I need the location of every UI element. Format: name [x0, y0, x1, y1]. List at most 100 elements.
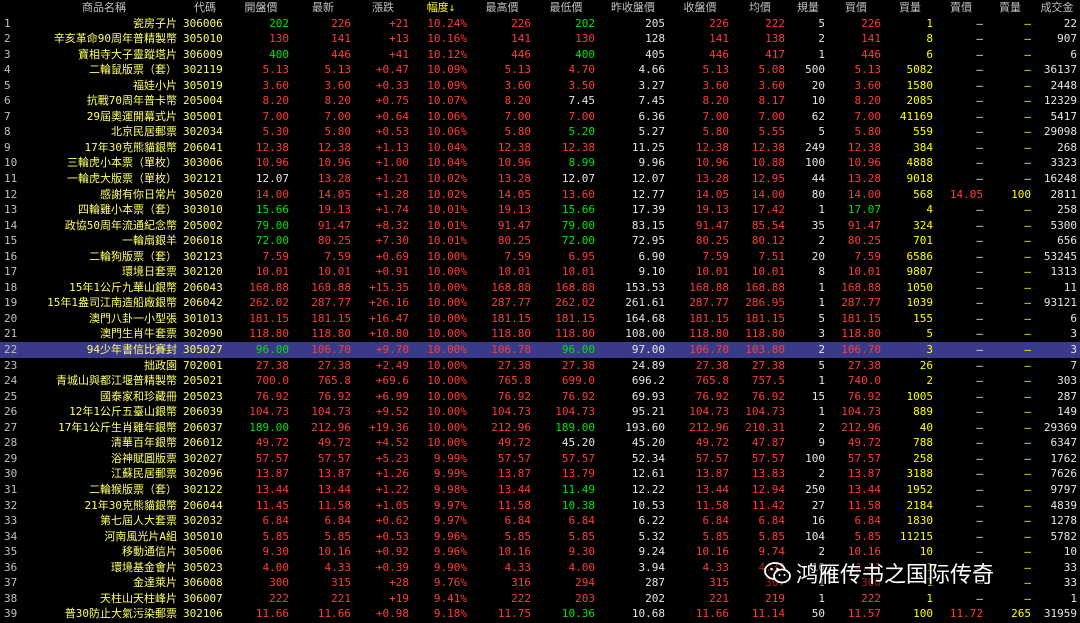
- cell-name: 浴神賦圓版票: [111, 451, 177, 465]
- cell-turnover: 93121: [1043, 296, 1077, 310]
- header-col-close[interactable]: 收盤價: [668, 0, 732, 16]
- cell-open: 130: [269, 32, 289, 46]
- cell-pct: 10.00%: [427, 249, 467, 263]
- cell-bidvol: 1: [926, 16, 933, 30]
- cell-close: 10.16: [695, 545, 729, 559]
- cell-name: 政協50周年流通紀念幣: [64, 218, 177, 232]
- cell-code: 302090: [183, 327, 223, 341]
- header-col-ask[interactable]: 賣價: [936, 0, 986, 16]
- table-row[interactable]: 1 瓷房子片 306006 202 226 +21 10.24% 226 202 205 226 22…: [0, 16, 1080, 32]
- cell-bid: 8.20: [854, 94, 882, 108]
- table-row[interactable]: 15 一輪扇銀羊 206018 72.00 80.25 +7.30 10.01% 80.25 7…: [0, 233, 1080, 249]
- cell-bidvol: 788: [913, 436, 933, 450]
- cell-code: 206042: [183, 296, 223, 310]
- cell-pct: 10.04%: [427, 156, 467, 170]
- cell-code: 305006: [183, 545, 223, 559]
- cell-lot: 5: [818, 311, 825, 325]
- table-row[interactable]: 16 二輪狗版票（套） 302123 7.59 7.59 +0.69 10.00% 7.59 6…: [0, 249, 1080, 265]
- table-row[interactable]: 10 三輪虎小本票（單枚） 303006 10.96 10.96 +1.00 10.04% 1…: [0, 155, 1080, 171]
- table-row[interactable]: 5 福娃小片 305019 3.60 3.60 +0.33 10.09% 3.60 3.50 3.…: [0, 78, 1080, 94]
- table-row[interactable]: 22 94少年書信比賽封 305027 96.00 106.70 +9.70 10.00% 1…: [0, 342, 1080, 358]
- table-row[interactable]: 11 一輪虎大版票（單枚） 302121 12.07 13.28 +1.21 10.02% 1…: [0, 171, 1080, 187]
- header-col-pct[interactable]: 幅度↓: [412, 0, 470, 16]
- cell-ask: —: [976, 374, 983, 388]
- header-col-code[interactable]: 代碼: [180, 0, 230, 16]
- table-row[interactable]: 33 第七屆人大套票 302032 6.84 6.84 +0.62 9.97% 6.84 6.8…: [0, 513, 1080, 529]
- table-row[interactable]: 17 環境日套票 302120 10.01 10.01 +0.91 10.00% 10.01 1…: [0, 264, 1080, 280]
- cell-pct: 10.00%: [427, 280, 467, 294]
- table-row[interactable]: 19 15年1盎司江南造船廠銀幣 206042 262.02 287.77 +26.16 1…: [0, 295, 1080, 311]
- cell-open: 6.84: [262, 514, 290, 528]
- cell-high: 49.72: [497, 436, 531, 450]
- cell-code: 206039: [183, 405, 223, 419]
- table-row[interactable]: 28 清華百年銀幣 206012 49.72 49.72 +4.52 10.00% 49.72…: [0, 435, 1080, 451]
- cell-askvol: —: [1024, 16, 1031, 30]
- table-row[interactable]: 32 21年30克熊貓銀幣 206044 11.45 11.58 +1.05 9.97% 11…: [0, 498, 1080, 514]
- table-row[interactable]: 14 政協50周年流通紀念幣 205002 79.00 91.47 +8.32 10.01%…: [0, 218, 1080, 234]
- table-row[interactable]: 39 普30防止大氣污染郵票 302106 11.66 11.66 +0.98 9.18% 1…: [0, 606, 1080, 622]
- cell-open: 96.00: [230, 342, 292, 358]
- table-row[interactable]: 23 拙政園 702001 27.38 27.38 +2.49 10.00% 27.38 27.…: [0, 358, 1080, 374]
- table-row[interactable]: 3 寶相寺大子靈蹤塔片 306009 400 446 +41 10.12% 446 400 405…: [0, 47, 1080, 63]
- cell-low: 76.92: [561, 389, 595, 403]
- header-col-bidvol[interactable]: 買量: [884, 0, 936, 16]
- cell-ask: —: [976, 436, 983, 450]
- cell-code: 302096: [183, 467, 223, 481]
- table-row[interactable]: 9 17年30克熊貓銀幣 206041 12.38 12.38 +1.13 10.04% 12…: [0, 140, 1080, 156]
- header-col-high[interactable]: 最高價: [470, 0, 534, 16]
- cell-prevclose: 95.21: [631, 405, 665, 419]
- cell-low: 13.79: [561, 467, 595, 481]
- cell-prevclose: 11.25: [631, 140, 665, 154]
- cell-open: 12.07: [255, 172, 289, 186]
- header-col-lot[interactable]: 規量: [788, 0, 828, 16]
- table-row[interactable]: 8 北京民居郵票 302034 5.30 5.80 +0.53 10.06% 5.80 5.20…: [0, 124, 1080, 140]
- header-col-askvol[interactable]: 賣量: [986, 0, 1034, 16]
- header-col-open[interactable]: 開盤價: [230, 0, 292, 16]
- header-col-bid[interactable]: 買價: [828, 0, 884, 16]
- cell-ask: —: [976, 234, 983, 248]
- table-row[interactable]: 25 國泰家和珍藏冊 205023 76.92 76.92 +6.99 10.00% 76.9…: [0, 389, 1080, 405]
- table-row[interactable]: 12 感謝有你日常片 305020 14.00 14.05 +1.28 10.02% 14.0…: [0, 187, 1080, 203]
- header-col-change[interactable]: 漲跌: [354, 0, 412, 16]
- header-col-name[interactable]: 商品名稱: [28, 0, 180, 16]
- table-row[interactable]: 2 辛亥革命90周年普精製幣 305010 130 141 +13 10.16% 141 130…: [0, 31, 1080, 47]
- table-row[interactable]: 24 青城山與都江堰普精製幣 205021 700.0 765.8 +69.6 10.00%…: [0, 373, 1080, 389]
- table-row[interactable]: 29 浴神賦圓版票 302027 57.57 57.57 +5.23 9.99% 57.57 5…: [0, 451, 1080, 467]
- header-col-prevclose[interactable]: 昨收盤價: [598, 0, 668, 16]
- cell-close: 106.70: [668, 342, 732, 358]
- cell-ask: —: [976, 420, 983, 434]
- cell-bidvol: 1952: [906, 482, 934, 496]
- cell-code: 206043: [183, 280, 223, 294]
- table-row[interactable]: 30 江蘇民居郵票 302096 13.87 13.87 +1.26 9.99% 13.87 1…: [0, 466, 1080, 482]
- table-row[interactable]: 18 15年1公斤九華山銀幣 206043 168.88 168.88 +15.35 10.…: [0, 280, 1080, 296]
- cell-bidvol: 9807: [906, 265, 934, 279]
- table-row[interactable]: 27 17年1公斤生肖雞年銀幣 206037 189.00 212.96 +19.36 10…: [0, 420, 1080, 436]
- cell-askvol: —: [1024, 591, 1031, 605]
- table-row[interactable]: 4 二輪鼠版票（套） 302119 5.13 5.13 +0.47 10.09% 5.13 4.…: [0, 62, 1080, 78]
- cell-last: 13.28: [317, 172, 351, 186]
- cell-code: 205023: [183, 389, 223, 403]
- table-row[interactable]: 26 12年1公斤五臺山銀幣 206039 104.73 104.73 +9.52 10.0…: [0, 404, 1080, 420]
- cell-low: 130: [575, 32, 595, 46]
- table-row[interactable]: 6 抗戰70周年普卡幣 205004 8.20 8.20 +0.75 10.07% 8.20 7…: [0, 93, 1080, 109]
- cell-name: 感謝有你日常片: [100, 187, 177, 201]
- table-row[interactable]: 7 29屆奧運開幕式片 305001 7.00 7.00 +0.64 10.06% 7.00 7…: [0, 109, 1080, 125]
- table-row[interactable]: 20 澳門八卦一小型張 301013 181.15 181.15 +16.47 10.00%…: [0, 311, 1080, 327]
- cell-avg: 7.00: [758, 109, 786, 123]
- cell-askvol: —: [1024, 63, 1031, 77]
- header-col-last[interactable]: 最新: [292, 0, 354, 16]
- header-col-index[interactable]: [0, 0, 28, 16]
- cell-code: 305027: [180, 342, 230, 358]
- cell-open: 13.44: [255, 482, 289, 496]
- cell-close: 315: [709, 576, 729, 590]
- table-row[interactable]: 21 澳門生肖牛套票 302090 118.80 118.80 +10.80 10.00% 1…: [0, 326, 1080, 342]
- cell-pct: 10.00%: [427, 358, 467, 372]
- table-row[interactable]: 13 四輪雞小本票（套） 303010 15.66 19.13 +1.74 10.01% 19…: [0, 202, 1080, 218]
- header-col-low[interactable]: 最低價: [534, 0, 598, 16]
- table-row[interactable]: 34 河南風光片A組 305010 5.85 5.85 +0.53 9.96% 5.85 5.8…: [0, 529, 1080, 545]
- cell-open: 72.00: [255, 234, 289, 248]
- header-col-turnover[interactable]: 成交金: [1034, 0, 1080, 16]
- table-row[interactable]: 31 二輪猴版票（套） 302122 13.44 13.44 +1.22 9.98% 13.4…: [0, 482, 1080, 498]
- header-col-avg[interactable]: 均價: [732, 0, 788, 16]
- table-row[interactable]: 38 天柱山天柱峰片 306007 222 221 +19 9.41% 222 203 202 22…: [0, 591, 1080, 607]
